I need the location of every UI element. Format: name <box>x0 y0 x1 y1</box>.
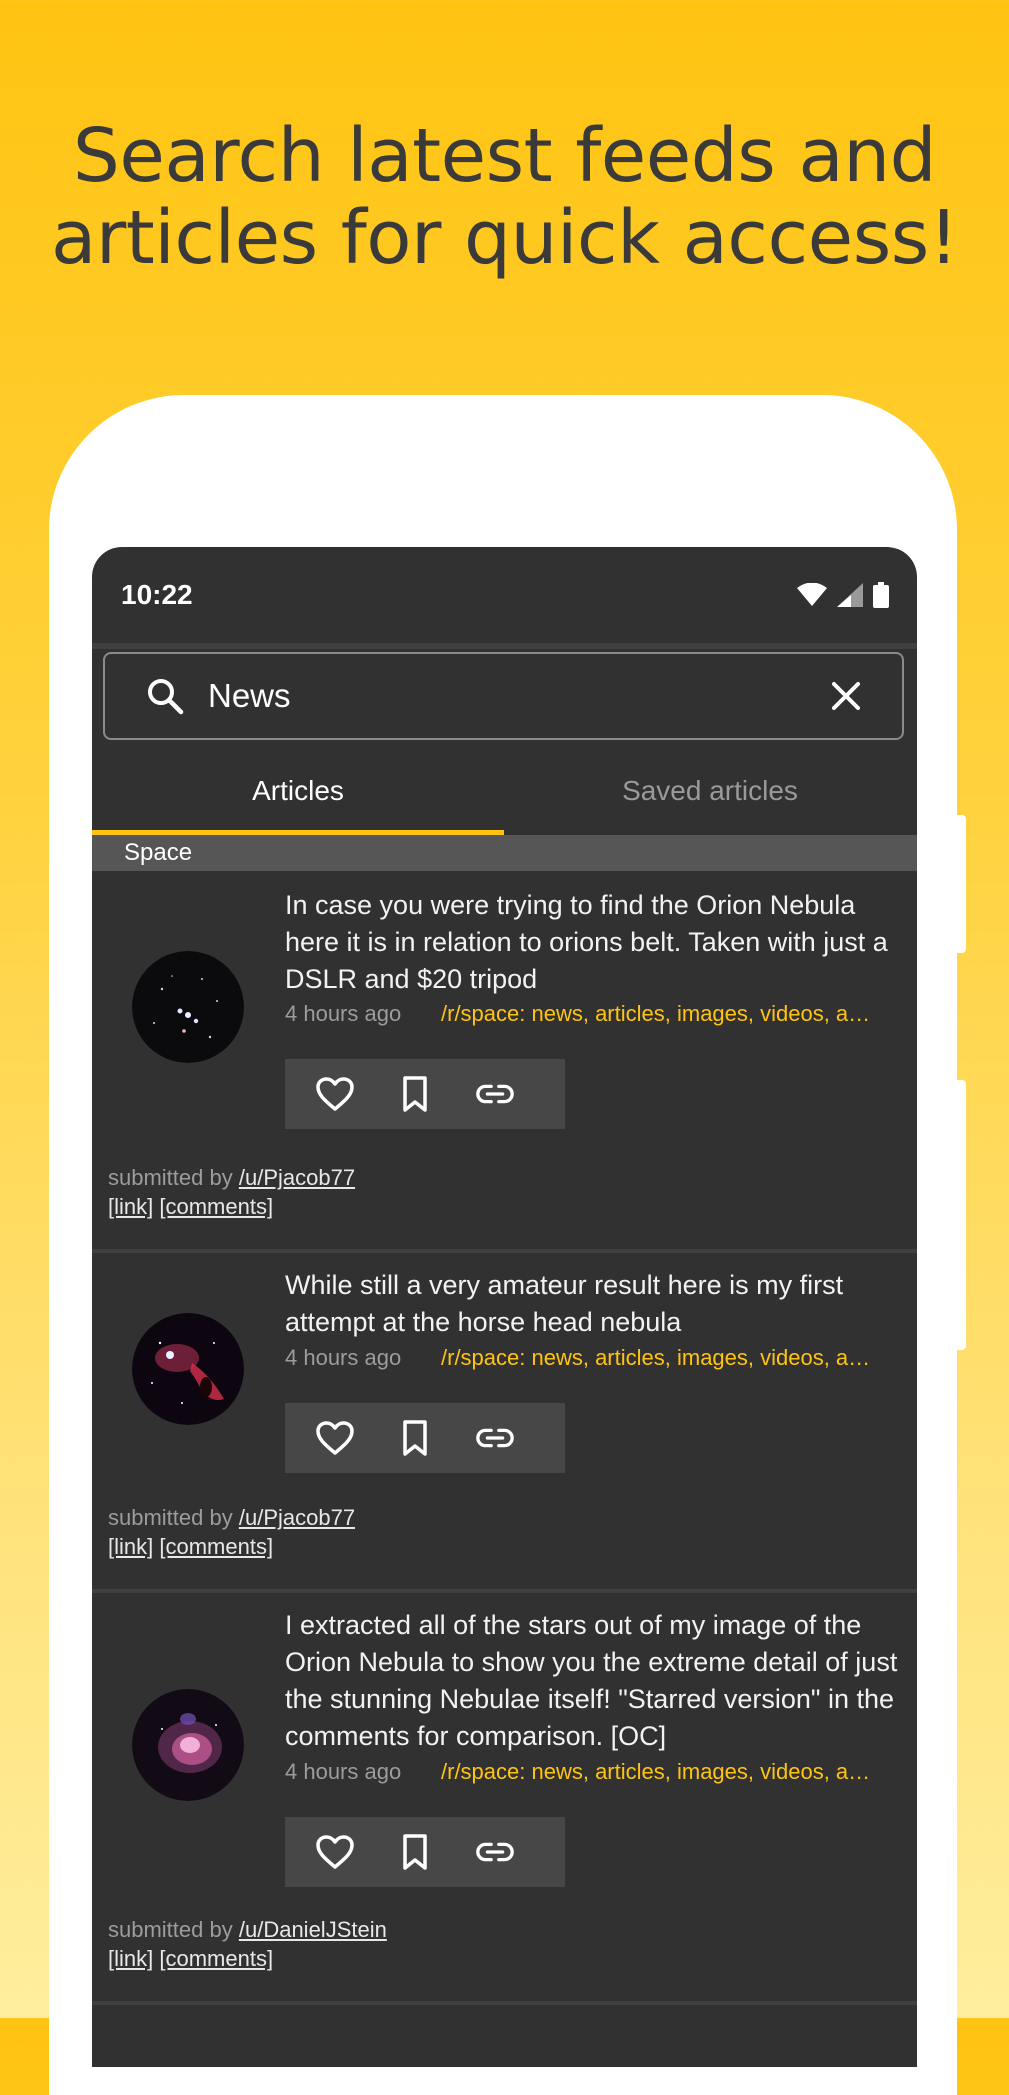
headline: Search latest feeds and articles for qui… <box>0 115 1009 279</box>
user-link[interactable]: /u/DanielJStein <box>239 1917 387 1942</box>
article-time: 4 hours ago <box>285 1759 402 1784</box>
signal-icon <box>837 583 863 607</box>
section-header: Space <box>92 835 917 871</box>
submitted-by-label: submitted by <box>108 1505 233 1530</box>
link-link[interactable]: [link] <box>108 1534 153 1559</box>
close-icon[interactable] <box>828 678 864 714</box>
article-title[interactable]: While still a very amateur result here i… <box>285 1267 910 1341</box>
link-link[interactable]: [link] <box>108 1194 153 1219</box>
article-title[interactable]: In case you were trying to find the Orio… <box>285 887 910 998</box>
article-thumbnail[interactable] <box>132 1689 244 1801</box>
device-side-button-lower <box>957 1080 966 1350</box>
status-bar: 10:22 <box>92 547 917 643</box>
heart-icon[interactable] <box>315 1074 355 1114</box>
tab-articles[interactable]: Articles <box>92 747 504 835</box>
list-item[interactable]: I extracted all of the stars out of my i… <box>92 1593 917 2005</box>
status-time: 10:22 <box>121 579 193 610</box>
phone-screen: 10:22 News Articles Saved articles Space <box>92 547 917 2067</box>
article-thumbnail[interactable] <box>132 951 244 1063</box>
article-subreddit[interactable]: /r/space: news, articles, images, videos… <box>441 1759 881 1785</box>
article-actions <box>285 1403 565 1473</box>
article-meta: 4 hours ago /r/space: news, articles, im… <box>285 1345 895 1371</box>
article-submitter: submitted by /u/DanielJStein [link] [com… <box>108 1915 387 1973</box>
link-link[interactable]: [link] <box>108 1946 153 1971</box>
tab-bar: Articles Saved articles <box>92 747 917 835</box>
headline-line-1: Search latest feeds and <box>72 113 937 199</box>
bookmark-icon[interactable] <box>395 1832 435 1872</box>
comments-link[interactable]: [comments] <box>159 1534 273 1559</box>
submitted-by-label: submitted by <box>108 1917 233 1942</box>
wifi-icon <box>797 583 827 606</box>
article-subreddit[interactable]: /r/space: news, articles, images, videos… <box>441 1345 881 1371</box>
article-time: 4 hours ago <box>285 1345 402 1370</box>
search-icon[interactable] <box>145 676 185 716</box>
comments-link[interactable]: [comments] <box>159 1946 273 1971</box>
article-submitter: submitted by /u/Pjacob77 [link] [comment… <box>108 1503 355 1561</box>
heart-icon[interactable] <box>315 1418 355 1458</box>
article-title[interactable]: I extracted all of the stars out of my i… <box>285 1607 910 1755</box>
list-item[interactable]: While still a very amateur result here i… <box>92 1253 917 1593</box>
search-bar-container: News <box>92 643 917 749</box>
tab-saved-articles[interactable]: Saved articles <box>504 747 916 835</box>
submitted-by-label: submitted by <box>108 1165 233 1190</box>
battery-icon <box>873 582 889 608</box>
article-meta: 4 hours ago /r/space: news, articles, im… <box>285 1001 895 1027</box>
comments-link[interactable]: [comments] <box>159 1194 273 1219</box>
headline-line-2: articles for quick access! <box>51 195 958 281</box>
link-icon[interactable] <box>475 1832 515 1872</box>
article-submitter: submitted by /u/Pjacob77 [link] [comment… <box>108 1163 355 1221</box>
article-thumbnail[interactable] <box>132 1313 244 1425</box>
search-input-value[interactable]: News <box>208 677 828 715</box>
search-input[interactable]: News <box>103 652 904 740</box>
article-subreddit[interactable]: /r/space: news, articles, images, videos… <box>441 1001 881 1027</box>
user-link[interactable]: /u/Pjacob77 <box>239 1505 355 1530</box>
article-actions <box>285 1059 565 1129</box>
link-icon[interactable] <box>475 1418 515 1458</box>
user-link[interactable]: /u/Pjacob77 <box>239 1165 355 1190</box>
article-time: 4 hours ago <box>285 1001 402 1026</box>
article-actions <box>285 1817 565 1887</box>
device-side-button-upper <box>957 815 966 953</box>
link-icon[interactable] <box>475 1074 515 1114</box>
bookmark-icon[interactable] <box>395 1074 435 1114</box>
list-item[interactable]: In case you were trying to find the Orio… <box>92 871 917 1253</box>
article-meta: 4 hours ago /r/space: news, articles, im… <box>285 1759 895 1785</box>
bookmark-icon[interactable] <box>395 1418 435 1458</box>
heart-icon[interactable] <box>315 1832 355 1872</box>
